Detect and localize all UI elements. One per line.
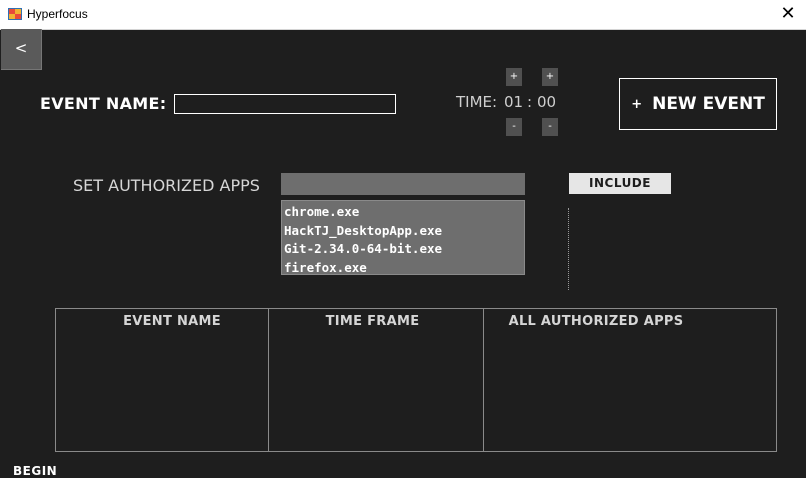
- time-label: TIME:: [456, 93, 498, 111]
- new-event-button[interactable]: + NEW EVENT: [619, 78, 777, 130]
- list-item[interactable]: Git-2.34.0-64-bit.exe: [284, 240, 522, 259]
- window-title: Hyperfocus: [27, 7, 88, 21]
- hours-value: 01: [504, 93, 524, 111]
- event-name-label: EVENT NAME:: [40, 94, 167, 113]
- event-name-input[interactable]: [174, 94, 396, 114]
- plus-icon: +: [631, 96, 643, 112]
- authorized-app-input[interactable]: [281, 173, 525, 195]
- minutes-decrement-button[interactable]: -: [542, 118, 558, 136]
- column-divider: [483, 309, 484, 451]
- events-table: EVENT NAME TIME FRAME ALL AUTHORIZED APP…: [55, 308, 777, 452]
- hours-increment-button[interactable]: +: [506, 68, 522, 86]
- time-separator: :: [527, 93, 533, 111]
- column-header-time-frame: TIME FRAME: [325, 314, 420, 329]
- app-icon: [8, 8, 22, 20]
- minutes-value: 00: [537, 93, 557, 111]
- list-item[interactable]: HackTJ_DesktopApp.exe: [284, 222, 522, 241]
- hours-decrement-button[interactable]: -: [506, 118, 522, 136]
- column-header-event-name: EVENT NAME: [123, 314, 221, 329]
- back-button[interactable]: <: [1, 29, 42, 70]
- list-item[interactable]: firefox.exe: [284, 259, 522, 275]
- include-button[interactable]: INCLUDE: [569, 173, 671, 194]
- new-event-label: NEW EVENT: [652, 94, 765, 114]
- column-header-authorized-apps: ALL AUTHORIZED APPS: [508, 314, 684, 329]
- column-divider: [268, 309, 269, 451]
- title-bar: Hyperfocus ✕: [0, 0, 806, 30]
- list-item[interactable]: chrome.exe: [284, 203, 522, 222]
- authorized-apps-label: SET AUTHORIZED APPS: [73, 176, 260, 195]
- minutes-increment-button[interactable]: +: [542, 68, 558, 86]
- close-icon[interactable]: ✕: [778, 3, 798, 24]
- included-apps-list: [568, 208, 571, 290]
- running-apps-list[interactable]: chrome.exe HackTJ_DesktopApp.exe Git-2.3…: [281, 200, 525, 275]
